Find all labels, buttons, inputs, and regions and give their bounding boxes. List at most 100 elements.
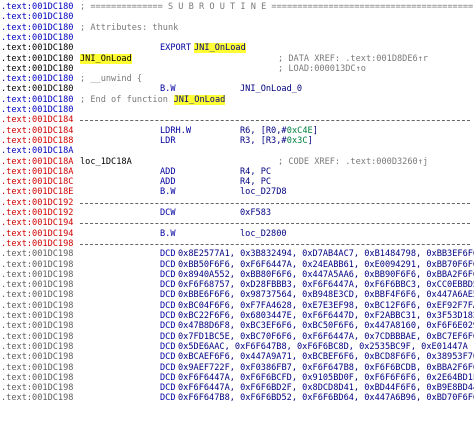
code-label[interactable]: loc_1DC18A: [80, 157, 132, 167]
data-words[interactable]: 0xBB50F6F6, 0xF6F6447A, 0x24EABB61, 0xE0…: [178, 260, 474, 270]
mnemonic: DCD: [160, 372, 176, 383]
data-words[interactable]: 0x8940A552, 0xBB80F6F6, 0x447A5AA6, 0xBB…: [178, 270, 474, 280]
function-label[interactable]: JNI_OnLoad: [80, 53, 132, 64]
data-words[interactable]: 0x5DE6AAC, 0xF6F647B8, 0xF6F6BC8D, 0x253…: [178, 342, 468, 352]
listing-row[interactable]: .text:001DC18A: [0, 146, 474, 156]
data-words[interactable]: 0xBC22F6F6, 0x6803447E, 0xF6F6447D, 0xF2…: [178, 311, 474, 321]
disassembly-listing[interactable]: .text:001DC180 ; ============== S U B R O…: [0, 0, 474, 425]
listing-row[interactable]: .text:001DC198 DCD 0xBC04F6F6, 0xF7FA4628,…: [0, 301, 474, 311]
listing-row[interactable]: .text:001DC198 DCD 0x8940A552, 0xBB80F6F6,…: [0, 270, 474, 280]
mnemonic: DCD: [160, 352, 176, 363]
listing-row[interactable]: .text:001DC198 DCD 0x9AEF722F, 0xF0386FB7,…: [0, 363, 474, 373]
listing-row[interactable]: .text:001DC184 LDRH.W R6, [R0,# 0xC4E]: [0, 126, 474, 136]
listing-row[interactable]: .text:001DC198 DCD 0x47B8D6F8, 0xBC3EF6F6,…: [0, 321, 474, 331]
operand[interactable]: R4, PC: [240, 167, 271, 177]
mnemonic: DCD: [160, 362, 176, 373]
address-label: .text:001DC18A: [1, 146, 74, 157]
listing-row[interactable]: .text:001DC180 ; Attributes: thunk: [0, 23, 474, 33]
listing-row[interactable]: .text:001DC180 ; __unwind {: [0, 74, 474, 84]
block-separator: [80, 202, 470, 204]
data-words[interactable]: 0xBCAEF6F6, 0x447A9A71, 0xBCBEF6F6, 0xBC…: [178, 352, 474, 362]
data-words[interactable]: 0xF6F6447A, 0xF6F6BCFD, 0x9105BD0F, 0xF6…: [178, 373, 474, 383]
data-words[interactable]: 0xF6F6447A, 0xF6F6BD2F, 0x8DCD8D41, 0xBD…: [178, 383, 474, 393]
operand[interactable]: loc_D27D8: [240, 187, 287, 197]
listing-row[interactable]: .text:001DC180: [0, 12, 474, 22]
xref-comment[interactable]: ; CODE XREF: .text:000D3260↑j: [278, 157, 428, 167]
listing-row[interactable]: .text:001DC180 ; LOAD:000013DC↑o: [0, 64, 474, 74]
block-separator: [80, 120, 470, 122]
listing-row[interactable]: .text:001DC184: [0, 115, 474, 125]
address-label: .text:001DC198: [1, 269, 74, 280]
listing-row[interactable]: .text:001DC18A loc_1DC18A ; CODE XREF: .te…: [0, 157, 474, 167]
listing-row[interactable]: .text:001DC180 EXPORT JNI_OnLoad: [0, 43, 474, 54]
address-label: .text:001DC198: [1, 249, 74, 260]
data-words[interactable]: 0x8E2577A1, 0x3B832494, 0xD7AB4AC7, 0xB1…: [178, 249, 474, 259]
address-label: .text:001DC198: [1, 352, 74, 363]
listing-row[interactable]: .text:001DC180: [0, 33, 474, 43]
operand[interactable]: 0xF583: [240, 208, 271, 218]
data-words[interactable]: 0x7FD1BC5E, 0xBC70F6F6, 0xF6F6447A, 0x7C…: [178, 332, 474, 342]
mnemonic: ADD: [160, 177, 176, 188]
listing-row[interactable]: .text:001DC198 DCD 0xF6F6447A, 0xF6F6BD2F,…: [0, 383, 474, 393]
listing-row[interactable]: .text:001DC198 DCD 0xBCAEF6F6, 0x447A9A71,…: [0, 352, 474, 362]
comment-text: ; __unwind {: [80, 74, 143, 85]
address-label: .text:001DC180: [1, 43, 74, 54]
listing-row[interactable]: .text:001DC192: [0, 198, 474, 208]
listing-row[interactable]: .text:001DC198 DCD 0xBB50F6F6, 0xF6F6447A,…: [0, 260, 474, 270]
address-label: .text:001DC198: [1, 311, 74, 321]
listing-row[interactable]: .text:001DC180 ; ============== S U B R O…: [0, 2, 474, 12]
address-label: .text:001DC198: [1, 372, 74, 383]
listing-row[interactable]: .text:001DC192 DCW 0xF583: [0, 208, 474, 218]
address-label: .text:001DC18A: [1, 166, 74, 177]
listing-row[interactable]: .text:001DC198 DCD 0xF6F647B8, 0xF6F6BD52,…: [0, 393, 474, 403]
operand[interactable]: R4, PC: [240, 177, 271, 187]
listing-row[interactable]: .text:001DC198 DCD 0x8E2577A1, 0x3B832494,…: [0, 249, 474, 259]
mnemonic: LDR: [160, 135, 176, 146]
listing-row[interactable]: .text:001DC18A ADD R4, PC: [0, 167, 474, 177]
listing-row[interactable]: .text:001DC18C ADD R4, PC: [0, 177, 474, 187]
listing-row[interactable]: .text:001DC18E B.W loc_D27D8: [0, 187, 474, 197]
listing-row[interactable]: .text:001DC188 LDR R3, [R3,# 0x3C]: [0, 136, 474, 146]
address-label: .text:001DC18A: [1, 156, 74, 167]
data-words[interactable]: 0x9AEF722F, 0xF0386FB7, 0xF6F647B8, 0xF6…: [178, 363, 474, 373]
listing-row[interactable]: .text:001DC180 ; End of function JNI_OnLo…: [0, 94, 474, 105]
listing-row[interactable]: .text:001DC194: [0, 218, 474, 228]
listing-row[interactable]: .text:001DC198: [0, 239, 474, 249]
mnemonic: DCD: [160, 331, 176, 342]
listing-row[interactable]: .text:001DC180 B.W JNI_OnLoad_0: [0, 84, 474, 94]
address-label: .text:001DC192: [1, 208, 74, 218]
listing-row[interactable]: .text:001DC194 B.W loc_D2800: [0, 229, 474, 239]
xref-comment[interactable]: ; LOAD:000013DC↑o: [278, 64, 366, 74]
end-function-comment: ; End of function: [80, 94, 174, 105]
operand[interactable]: R3, [R3,#: [240, 136, 287, 146]
listing-row[interactable]: .text:001DC198 DCD 0xF6F6447A, 0xF6F6BCFD,…: [0, 373, 474, 383]
address-label: .text:001DC192: [1, 197, 74, 208]
data-words[interactable]: 0xBC04F6F6, 0xF7FA4628, 0xE7E3EF98, 0xBC…: [178, 301, 474, 311]
data-words[interactable]: 0xF6F68757, 0xD28FBBB3, 0xF6F6447A, 0xF6…: [178, 280, 474, 290]
listing-row[interactable]: .text:001DC198 DCD 0xBBE6F6F6, 0x98737564,…: [0, 290, 474, 300]
xref-comment[interactable]: ; DATA XREF: .text:001D8DE6↑r: [278, 54, 428, 64]
mnemonic: DCD: [160, 321, 176, 332]
address-label: .text:001DC198: [1, 259, 74, 270]
listing-row[interactable]: .text:001DC198 DCD 0xF6F68757, 0xD28FBBB3,…: [0, 280, 474, 290]
listing-row[interactable]: .text:001DC198 DCD 0x7FD1BC5E, 0xBC70F6F6,…: [0, 332, 474, 342]
operand[interactable]: R6, [R0,#: [240, 126, 287, 136]
operand[interactable]: loc_D2800: [240, 229, 287, 239]
data-words[interactable]: 0x47B8D6F8, 0xBC3EF6F6, 0xBC50F6F6, 0x44…: [178, 321, 474, 331]
data-words[interactable]: 0xBBE6F6F6, 0x98737564, 0xB948E3CD, 0xBB…: [178, 290, 474, 300]
listing-row[interactable]: .text:001DC180 JNI_OnLoad ; DATA XREF: .te…: [0, 53, 474, 64]
mnemonic: DCD: [160, 259, 176, 270]
address-label: .text:001DC180: [1, 74, 74, 85]
address-label: .text:001DC198: [1, 280, 74, 291]
listing-row[interactable]: .text:001DC180: [0, 105, 474, 115]
mnemonic: DCW: [160, 208, 176, 218]
operand[interactable]: JNI_OnLoad_0: [240, 84, 302, 94]
data-words[interactable]: 0xF6F647B8, 0xF6F6BD52, 0xF6F6BD64, 0x44…: [178, 393, 474, 403]
mnemonic: DCD: [160, 311, 176, 321]
mnemonic: DCD: [160, 280, 176, 291]
symbol-highlight[interactable]: JNI_OnLoad: [194, 43, 246, 54]
listing-row[interactable]: .text:001DC198 DCD 0xBC22F6F6, 0x6803447E,…: [0, 311, 474, 321]
symbol-highlight[interactable]: JNI_OnLoad: [173, 94, 226, 105]
listing-row[interactable]: .text:001DC198 DCD 0x5DE6AAC, 0xF6F647B8, …: [0, 342, 474, 352]
address-label: .text:001DC180: [1, 63, 74, 74]
